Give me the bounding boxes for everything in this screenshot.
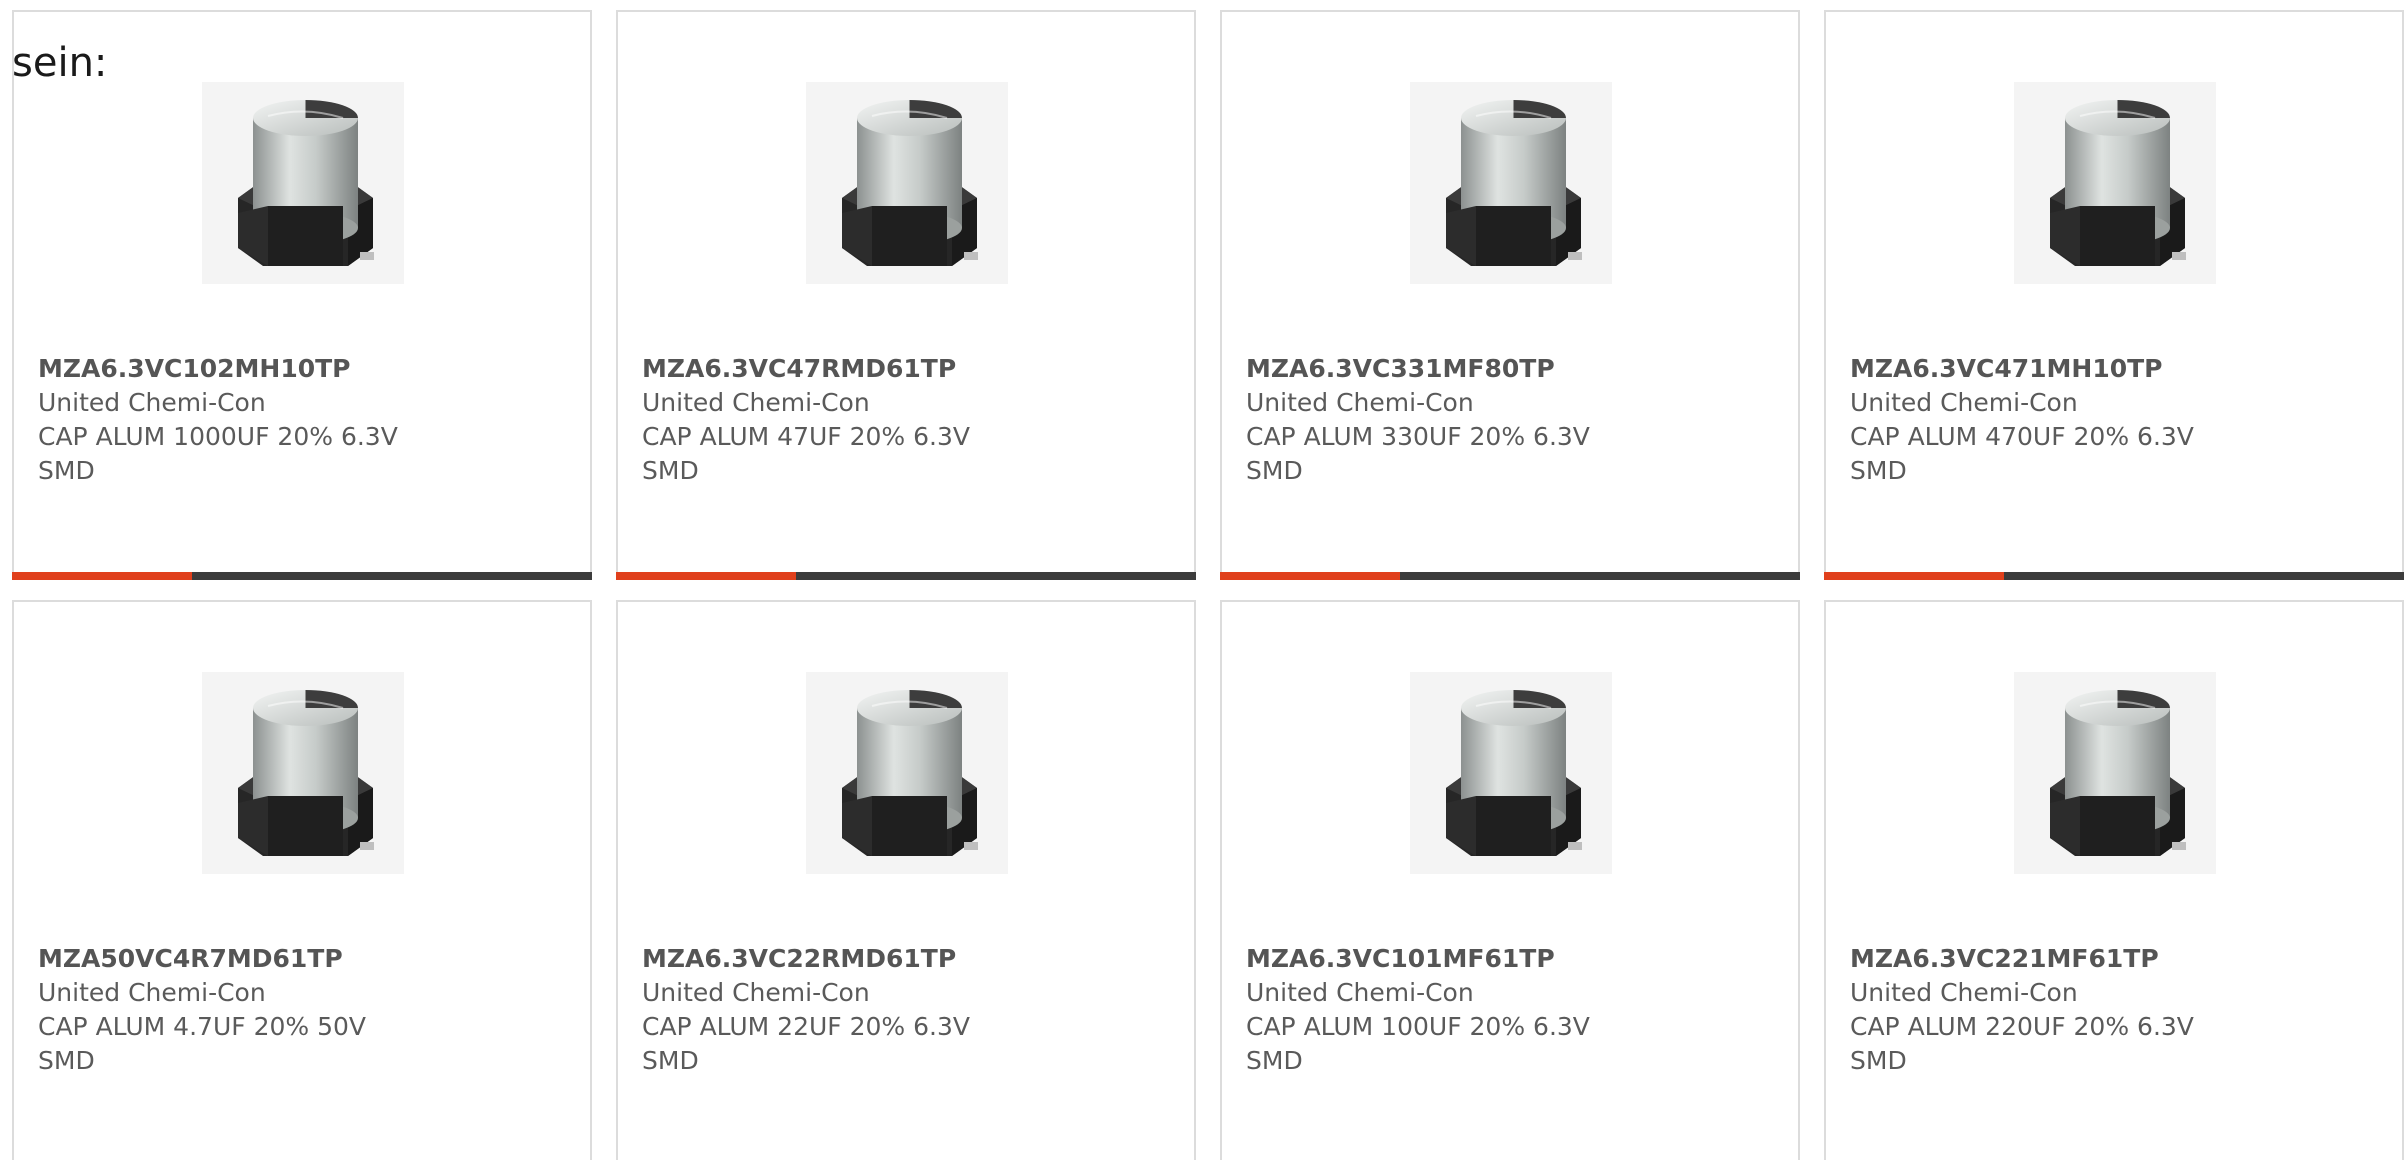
product-manufacturer: United Chemi-Con (38, 388, 266, 417)
product-card[interactable]: MZA6.3VC221MF61TP United Chemi-Con CAP A… (1824, 600, 2404, 1160)
product-part-number[interactable]: MZA6.3VC47RMD61TP (642, 352, 1034, 386)
product-part-number[interactable]: MZA6.3VC22RMD61TP (642, 942, 1034, 976)
product-grid: MZA6.3VC102MH10TP United Chemi-Con CAP A… (12, 10, 2405, 1160)
product-manufacturer: United Chemi-Con (38, 978, 266, 1007)
product-description: CAP ALUM 1000UF 20% 6.3V SMD (38, 422, 398, 485)
product-manufacturer: United Chemi-Con (1246, 978, 1474, 1007)
product-info: MZA6.3VC101MF61TP United Chemi-Con CAP A… (1246, 942, 1638, 1078)
product-description: CAP ALUM 47UF 20% 6.3V SMD (642, 422, 970, 485)
product-card[interactable]: MZA6.3VC471MH10TP United Chemi-Con CAP A… (1824, 10, 2404, 580)
product-card[interactable]: MZA6.3VC102MH10TP United Chemi-Con CAP A… (12, 10, 592, 580)
product-part-number[interactable]: MZA6.3VC102MH10TP (38, 352, 430, 386)
card-progress-bar (1824, 572, 2404, 580)
product-part-number[interactable]: MZA6.3VC101MF61TP (1246, 942, 1638, 976)
capacitor-image[interactable] (1410, 82, 1612, 284)
product-manufacturer: United Chemi-Con (1850, 388, 2078, 417)
product-part-number[interactable]: MZA6.3VC471MH10TP (1850, 352, 2242, 386)
product-description: CAP ALUM 470UF 20% 6.3V SMD (1850, 422, 2194, 485)
product-info: MZA6.3VC331MF80TP United Chemi-Con CAP A… (1246, 352, 1638, 488)
card-progress-fill (12, 572, 192, 580)
capacitor-image[interactable] (202, 82, 404, 284)
product-card[interactable]: MZA6.3VC331MF80TP United Chemi-Con CAP A… (1220, 10, 1800, 580)
capacitor-image[interactable] (806, 82, 1008, 284)
product-card[interactable]: MZA50VC4R7MD61TP United Chemi-Con CAP AL… (12, 600, 592, 1160)
product-info: MZA6.3VC47RMD61TP United Chemi-Con CAP A… (642, 352, 1034, 488)
product-info: MZA6.3VC102MH10TP United Chemi-Con CAP A… (38, 352, 430, 488)
product-info: MZA6.3VC22RMD61TP United Chemi-Con CAP A… (642, 942, 1034, 1078)
product-manufacturer: United Chemi-Con (1246, 388, 1474, 417)
product-description: CAP ALUM 330UF 20% 6.3V SMD (1246, 422, 1590, 485)
capacitor-image[interactable] (1410, 672, 1612, 874)
product-manufacturer: United Chemi-Con (1850, 978, 2078, 1007)
product-card[interactable]: MZA6.3VC101MF61TP United Chemi-Con CAP A… (1220, 600, 1800, 1160)
card-progress-fill (1824, 572, 2004, 580)
card-progress-bar (616, 572, 1196, 580)
product-card[interactable]: MZA6.3VC22RMD61TP United Chemi-Con CAP A… (616, 600, 1196, 1160)
intro-text: sein: (12, 40, 108, 86)
product-part-number[interactable]: MZA50VC4R7MD61TP (38, 942, 430, 976)
product-info: MZA6.3VC471MH10TP United Chemi-Con CAP A… (1850, 352, 2242, 488)
product-info: MZA6.3VC221MF61TP United Chemi-Con CAP A… (1850, 942, 2242, 1078)
capacitor-image[interactable] (2014, 82, 2216, 284)
product-part-number[interactable]: MZA6.3VC221MF61TP (1850, 942, 2242, 976)
product-part-number[interactable]: MZA6.3VC331MF80TP (1246, 352, 1638, 386)
product-manufacturer: United Chemi-Con (642, 388, 870, 417)
card-progress-bar (1220, 572, 1800, 580)
product-card[interactable]: MZA6.3VC47RMD61TP United Chemi-Con CAP A… (616, 10, 1196, 580)
card-progress-fill (1220, 572, 1400, 580)
card-progress-fill (616, 572, 796, 580)
product-manufacturer: United Chemi-Con (642, 978, 870, 1007)
product-description: CAP ALUM 220UF 20% 6.3V SMD (1850, 1012, 2194, 1075)
product-description: CAP ALUM 4.7UF 20% 50V SMD (38, 1012, 366, 1075)
capacitor-image[interactable] (806, 672, 1008, 874)
capacitor-image[interactable] (202, 672, 404, 874)
card-progress-bar (12, 572, 592, 580)
capacitor-image[interactable] (2014, 672, 2216, 874)
product-description: CAP ALUM 100UF 20% 6.3V SMD (1246, 1012, 1590, 1075)
product-info: MZA50VC4R7MD61TP United Chemi-Con CAP AL… (38, 942, 430, 1078)
product-description: CAP ALUM 22UF 20% 6.3V SMD (642, 1012, 970, 1075)
